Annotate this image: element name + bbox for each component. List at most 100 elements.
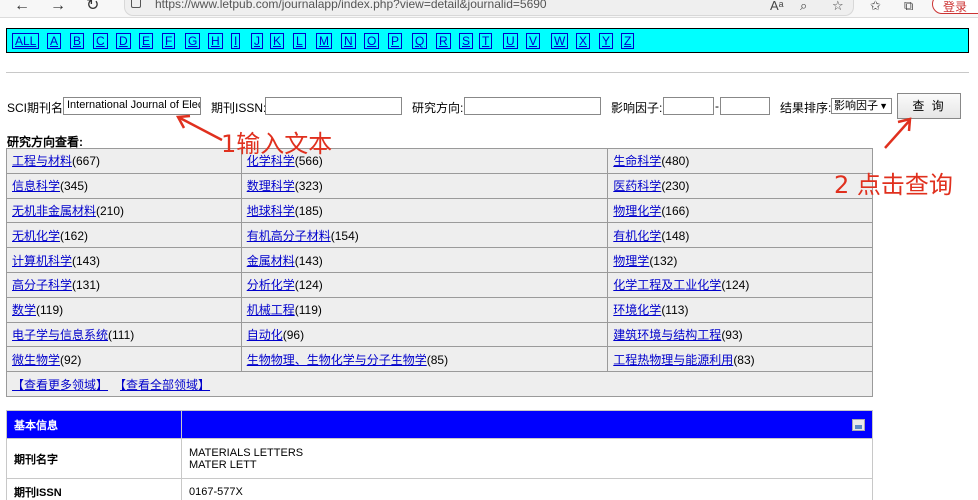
research-field-link[interactable]: 工程与材料 [12, 154, 72, 168]
research-cell: 计算机科学(143) [6, 247, 242, 273]
favorites-list-icon[interactable]: ✩ [870, 0, 881, 14]
alphabet-link-c[interactable]: C [93, 33, 108, 49]
alphabet-link-s[interactable]: S [459, 33, 474, 49]
research-cell: 金属材料(143) [240, 247, 609, 273]
research-field-link[interactable]: 地球科学 [247, 204, 295, 218]
alphabet-link-x[interactable]: X [576, 33, 591, 49]
query-button[interactable]: 查 询 [897, 93, 961, 119]
research-field-count: (143) [72, 253, 101, 268]
alphabet-link-h[interactable]: H [208, 33, 223, 49]
research-field-link[interactable]: 分析化学 [247, 278, 295, 292]
research-field-link[interactable]: 计算机科学 [12, 254, 72, 268]
research-field-link[interactable]: 数学 [12, 303, 36, 317]
research-cell: 医药科学(230) [607, 172, 873, 199]
all-fields-link[interactable]: 【查看全部领域】 [120, 378, 210, 392]
research-field-link[interactable]: 有机化学 [613, 229, 661, 243]
research-field-count: (92) [60, 352, 82, 367]
research-field-count: (96) [282, 327, 305, 342]
reload-icon[interactable]: ↻ [86, 0, 99, 14]
research-field-link[interactable]: 化学工程及工业化学 [613, 278, 721, 292]
research-field-link[interactable]: 物理化学 [613, 204, 661, 218]
research-field-link[interactable]: 微生物学 [12, 353, 60, 367]
alphabet-link-m[interactable]: M [316, 33, 332, 49]
sort-select[interactable]: 影响因子 ▼ [831, 98, 892, 114]
research-field-link[interactable]: 信息科学 [12, 179, 60, 193]
alphabet-link-k[interactable]: K [270, 33, 285, 49]
research-cell: 生物物理、生物化学与分子生物学(85) [240, 346, 609, 373]
issn-input[interactable] [265, 97, 402, 115]
research-row: 工程与材料(667) 化学科学(566) 生命科学(480) [6, 148, 873, 174]
research-field-link[interactable]: 金属材料 [247, 254, 295, 268]
journal-issn-key: 期刊ISSN [6, 478, 182, 500]
research-field-link[interactable]: 机械工程 [247, 303, 295, 317]
research-field-link[interactable]: 建筑环境与结构工程 [613, 328, 721, 342]
journal-full-name: MATERIALS LETTERS [189, 446, 304, 459]
impact-factor-max-input[interactable] [720, 97, 770, 115]
broken-image-icon [852, 418, 865, 431]
zoom-icon[interactable]: ⌕ [800, 0, 807, 14]
basic-info-table: 基本信息 期刊名字 MATERIALS LETTERS MATER LETT 期… [6, 410, 873, 500]
read-aloud-icon[interactable]: Aᵃ [770, 0, 784, 13]
research-field-link[interactable]: 生物物理、生物化学与分子生物学 [247, 353, 427, 367]
alphabet-link-a[interactable]: A [47, 33, 62, 49]
journal-abbr-name: MATER LETT [189, 458, 257, 471]
field-input[interactable] [464, 97, 601, 115]
research-field-link[interactable]: 无机非金属材料 [12, 204, 96, 218]
journal-name-input[interactable]: International Journal of Elec [63, 97, 201, 115]
alphabet-bar: ALL A B C D E F G H I J K L M N O P Q R S T U V W X Y Z [6, 28, 969, 53]
alphabet-link-t[interactable]: T [479, 33, 493, 49]
research-row: 数学(119) 机械工程(119) 环境化学(113) [6, 296, 873, 323]
alphabet-link-i[interactable]: I [231, 33, 241, 49]
alphabet-link-n[interactable]: N [341, 33, 356, 49]
research-field-link[interactable]: 自动化 [247, 328, 283, 342]
research-field-count: (124) [294, 278, 323, 293]
login-button[interactable]: 登录 [932, 0, 978, 14]
alphabet-link-all[interactable]: ALL [12, 33, 40, 49]
alphabet-link-z[interactable]: Z [621, 33, 635, 49]
chevron-down-icon: ▼ [879, 101, 888, 111]
research-field-link[interactable]: 医药科学 [613, 179, 661, 193]
alphabet-link-w[interactable]: W [551, 33, 569, 49]
address-bar[interactable]: https://www.letpub.com/journalapp/index.… [124, 0, 854, 16]
journal-name-key: 期刊名字 [6, 438, 182, 479]
research-cell: 地球科学(185) [240, 197, 609, 224]
alphabet-link-b[interactable]: B [70, 33, 85, 49]
research-field-link[interactable]: 高分子科学 [12, 278, 72, 292]
favorite-icon[interactable]: ☆ [832, 0, 844, 14]
research-field-link[interactable]: 物理学 [613, 254, 649, 268]
alphabet-link-d[interactable]: D [116, 33, 131, 49]
alphabet-link-r[interactable]: R [436, 33, 451, 49]
research-field-link[interactable]: 生命科学 [613, 154, 661, 168]
research-field-link[interactable]: 工程热物理与能源利用 [613, 353, 733, 367]
impact-factor-min-input[interactable] [663, 97, 714, 115]
research-row: 高分子科学(131) 分析化学(124) 化学工程及工业化学(124) [6, 271, 873, 298]
alphabet-link-q[interactable]: Q [412, 33, 428, 49]
alphabet-link-o[interactable]: O [364, 33, 380, 49]
alphabet-link-u[interactable]: U [503, 33, 518, 49]
alphabet-link-l[interactable]: L [293, 33, 306, 49]
research-field-link[interactable]: 电子学与信息系统 [12, 328, 108, 342]
research-cell: 环境化学(113) [607, 296, 873, 323]
research-field-link[interactable]: 无机化学 [12, 229, 60, 243]
alphabet-link-v[interactable]: V [526, 33, 541, 49]
research-field-count: (119) [36, 303, 64, 318]
research-field-count: (323) [294, 179, 323, 194]
alphabet-link-e[interactable]: E [139, 33, 154, 49]
alphabet-link-f[interactable]: F [162, 33, 176, 49]
alphabet-link-p[interactable]: P [388, 33, 403, 49]
collections-icon[interactable]: ⧉ [904, 0, 913, 14]
research-field-link[interactable]: 环境化学 [613, 303, 661, 317]
arrow-to-journal-input [175, 114, 223, 142]
forward-arrow-icon[interactable]: → [50, 0, 66, 14]
address-url: https://www.letpub.com/journalapp/index.… [155, 0, 547, 11]
journal-issn-row: 期刊ISSN 0167-577X [6, 478, 873, 500]
research-cell: 自动化(96) [240, 321, 609, 348]
research-field-link[interactable]: 数理科学 [247, 179, 295, 193]
alphabet-link-y[interactable]: Y [599, 33, 614, 49]
research-field-link[interactable]: 有机高分子材料 [247, 229, 331, 243]
back-arrow-icon[interactable]: ← [14, 0, 30, 14]
research-cell: 工程与材料(667) [6, 148, 242, 174]
alphabet-link-j[interactable]: J [251, 33, 263, 49]
alphabet-link-g[interactable]: G [185, 33, 201, 49]
more-fields-link[interactable]: 【查看更多领域】 [12, 378, 108, 392]
